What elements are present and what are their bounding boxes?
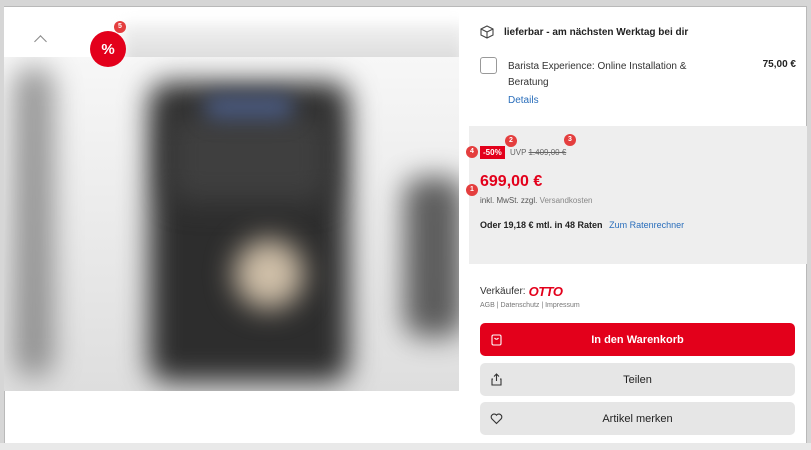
price-box	[469, 126, 807, 264]
wishlist-label: Artikel merken	[602, 412, 673, 425]
chevron-up-icon[interactable]	[34, 32, 48, 46]
seller-info: Verkäufer: OTTO	[480, 284, 563, 299]
heart-icon	[490, 412, 503, 425]
service-details-link[interactable]: Details	[508, 95, 539, 106]
share-label: Teilen	[623, 373, 652, 386]
annotation-marker-1: 1	[466, 184, 478, 196]
wishlist-button[interactable]: Artikel merken	[480, 402, 795, 435]
share-button[interactable]: Teilen	[480, 363, 795, 396]
discount-badge: -50%	[480, 146, 505, 159]
product-image[interactable]	[4, 57, 459, 391]
page-bottom-strip	[0, 443, 811, 450]
sale-badge: %	[90, 31, 126, 67]
add-to-cart-button[interactable]: In den Warenkorb	[480, 323, 795, 356]
installment-info: Oder 19,18 € mtl. in 48 Raten Zum Ratenr…	[480, 220, 684, 230]
annotation-marker-5: 5	[114, 21, 126, 33]
cart-icon	[490, 333, 503, 346]
seller-legal-links[interactable]: AGB | Datenschutz | Impressum	[480, 302, 580, 309]
annotation-marker-4: 4	[466, 146, 478, 158]
uvp-price: UVP 1.409,00 €	[510, 148, 566, 157]
current-price: 699,00 €	[480, 173, 543, 190]
seller-logo[interactable]: OTTO	[529, 284, 563, 299]
service-label: Barista Experience: Online Installation …	[508, 61, 687, 88]
delivery-text: lieferbar - am nächsten Werktag bei dir	[504, 26, 689, 38]
add-to-cart-label: In den Warenkorb	[591, 333, 684, 346]
uvp-value: 1.409,00 €	[528, 148, 567, 157]
annotation-marker-3: 3	[564, 134, 576, 146]
service-price: 75,00 €	[762, 59, 796, 70]
seller-label: Verkäufer:	[480, 286, 526, 297]
vat-text: inkl. MwSt. zzgl.	[480, 196, 538, 205]
uvp-label: UVP	[510, 148, 527, 157]
service-checkbox[interactable]	[480, 57, 497, 74]
share-icon	[490, 373, 503, 386]
installment-calculator-link[interactable]: Zum Ratenrechner	[609, 220, 684, 230]
shipping-costs-link[interactable]: Versandkosten	[540, 196, 593, 205]
product-image-gallery[interactable]: %	[4, 7, 459, 391]
annotation-marker-2: 2	[505, 135, 517, 147]
vat-info: inkl. MwSt. zzgl. Versandkosten	[480, 196, 593, 205]
package-icon	[480, 25, 494, 39]
installment-text: Oder 19,18 € mtl. in 48 Raten	[480, 220, 603, 230]
delivery-info: lieferbar - am nächsten Werktag bei dir	[480, 25, 688, 39]
